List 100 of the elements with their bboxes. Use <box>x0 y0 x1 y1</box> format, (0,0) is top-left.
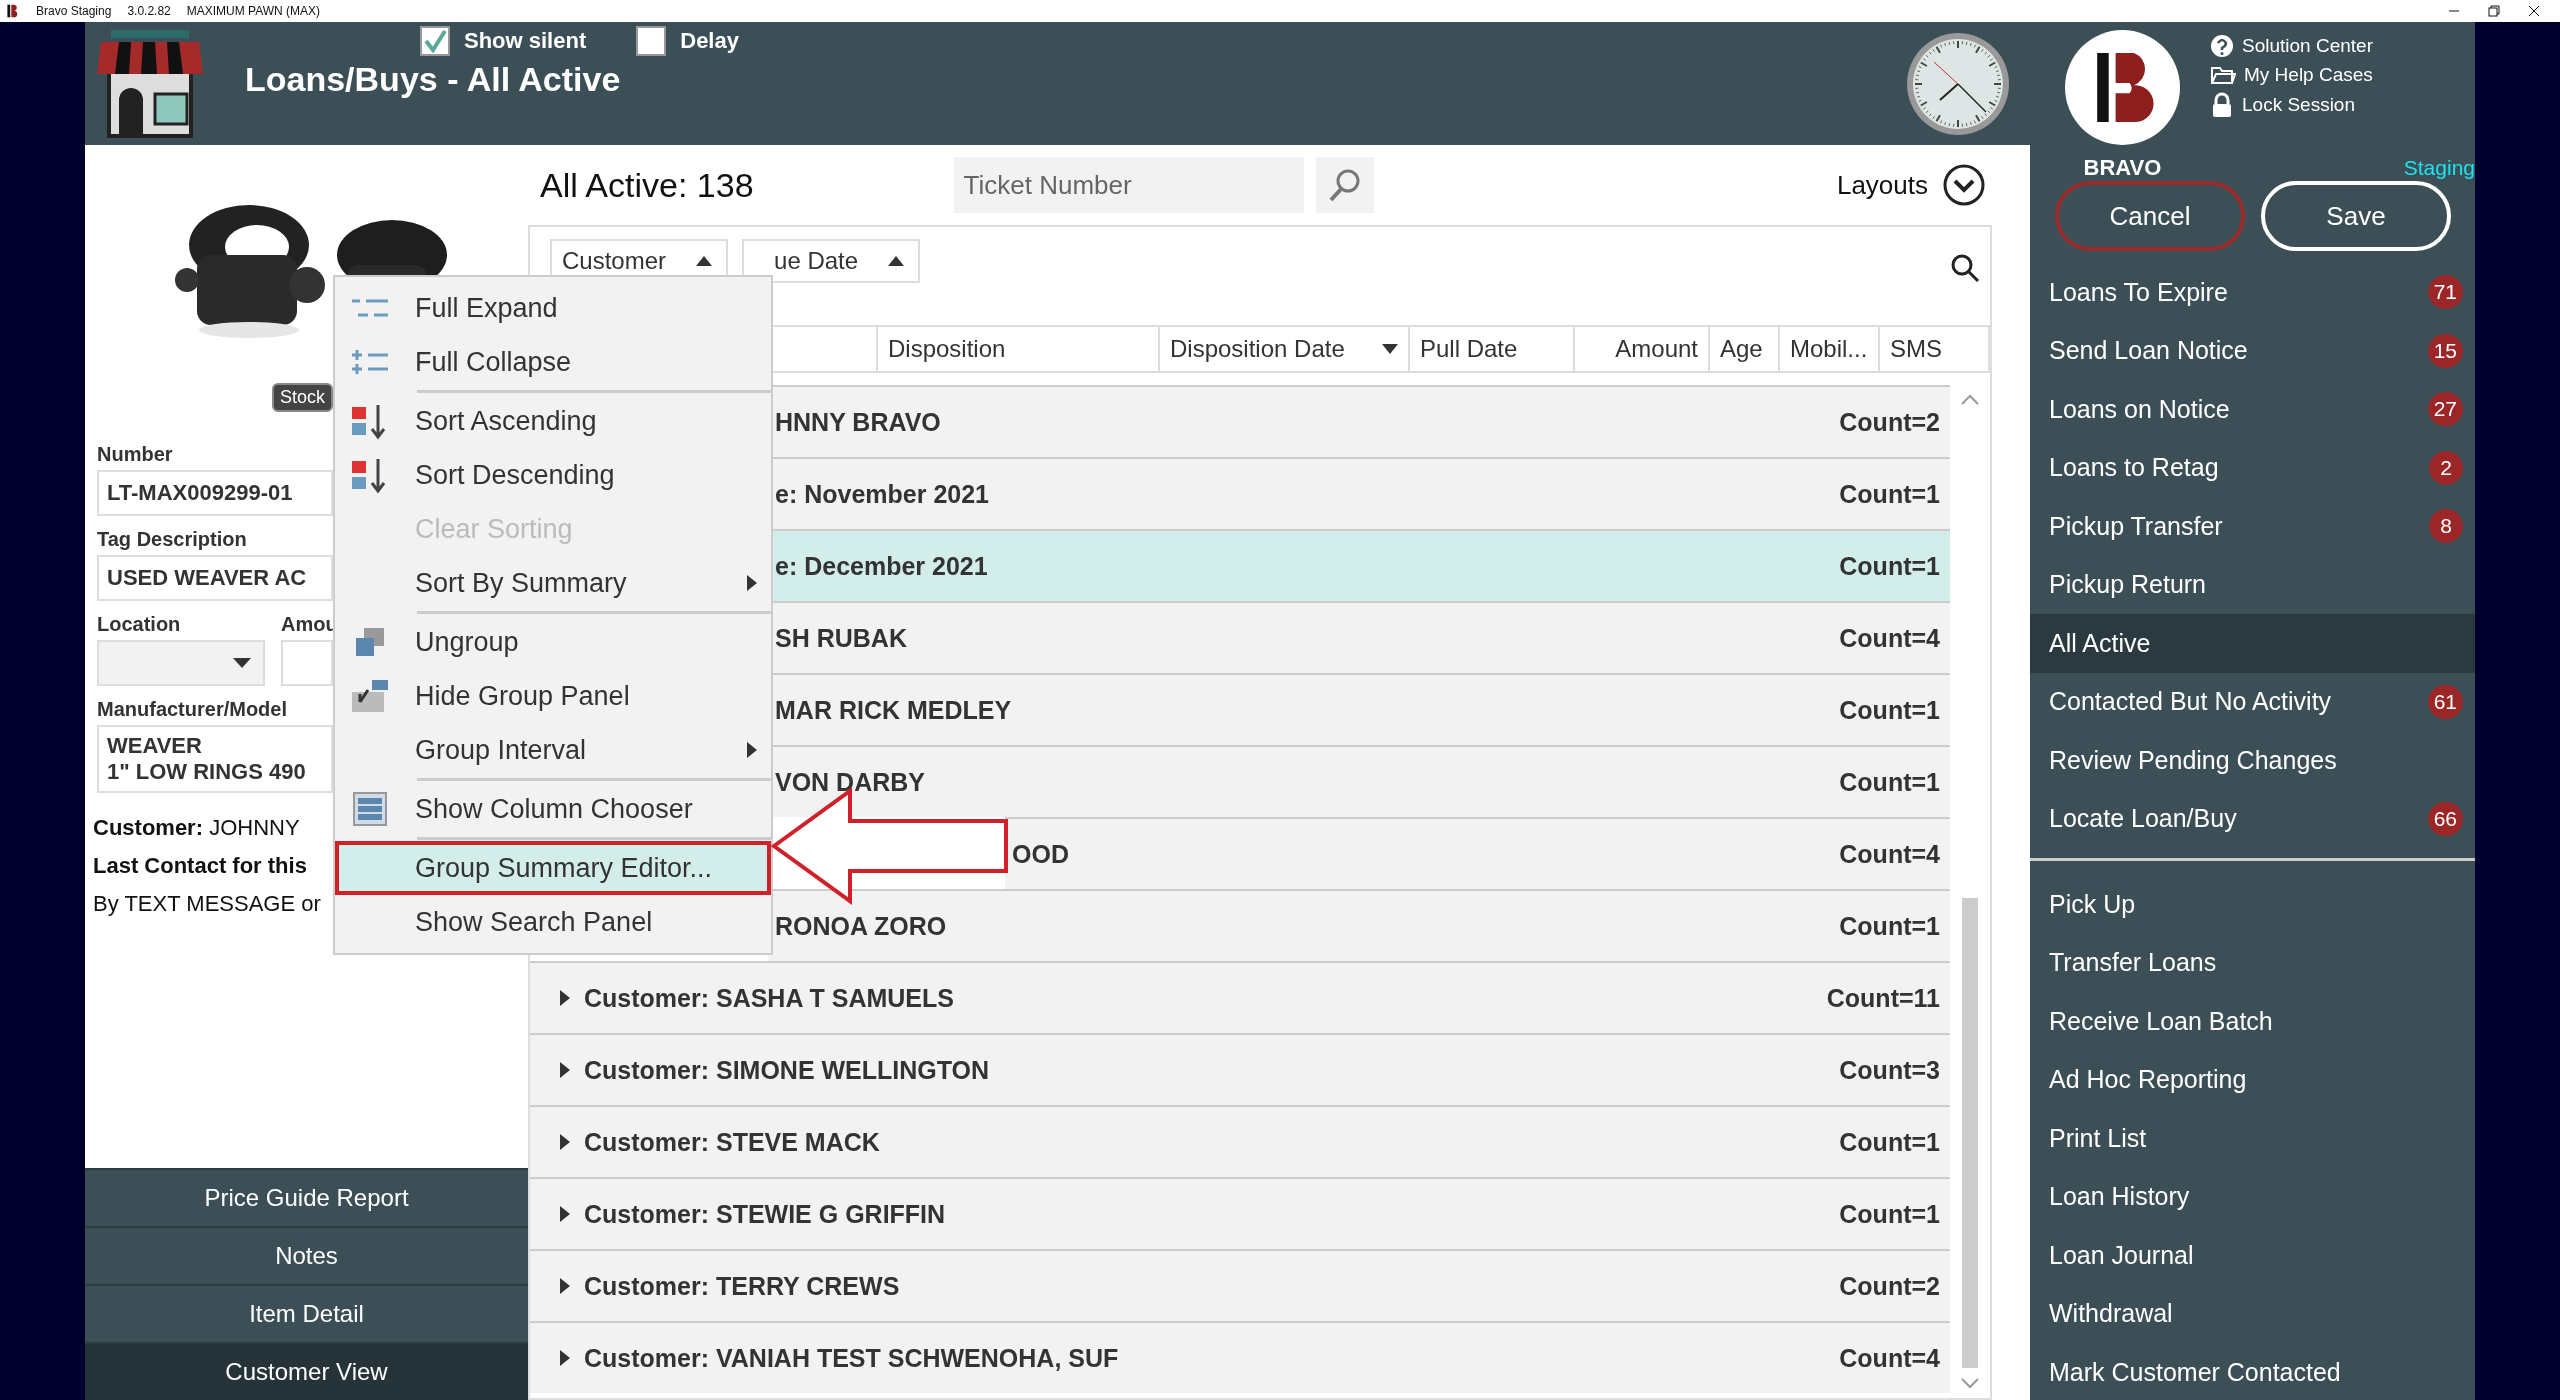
nav-item[interactable]: Review Pending Changes <box>2030 731 2475 790</box>
count-badge: 71 <box>2427 275 2463 310</box>
nav-item[interactable]: Contacted But No Activity 61 <box>2030 672 2475 731</box>
tag-description-field[interactable]: USED WEAVER AC <box>97 555 333 601</box>
check-icon <box>423 29 447 53</box>
expand-arrow-icon <box>560 1350 570 1366</box>
menu-item[interactable]: Group Summary Editor... <box>335 841 771 895</box>
nav-item[interactable]: Loans on Notice 27 <box>2030 380 2475 439</box>
nav-item[interactable]: All Active <box>2030 614 2475 673</box>
column-header[interactable]: Disposition Date <box>1160 327 1410 371</box>
group-row[interactable]: OOD Count=4 <box>1005 817 1950 889</box>
group-row[interactable]: RONOA ZORO Count=1 <box>768 889 1950 961</box>
menu-item[interactable]: Full Collapse <box>335 335 771 389</box>
cancel-button[interactable]: Cancel <box>2055 181 2245 251</box>
nav-item[interactable]: Loans To Expire 71 <box>2030 263 2475 322</box>
menu-item[interactable]: Show Column Chooser <box>335 782 771 836</box>
nav-item[interactable]: Pick Up <box>2030 875 2475 934</box>
panel-button[interactable]: Customer View <box>85 1342 528 1400</box>
ticket-number-field[interactable]: Ticket Number <box>953 157 1304 213</box>
group-row[interactable]: Customer: SASHA T SAMUELS Count=11 <box>530 961 1950 1033</box>
panel-button[interactable]: Item Detail <box>85 1284 528 1342</box>
count-badge: 2 <box>2429 450 2463 485</box>
checkbox[interactable]: Delay <box>636 26 739 56</box>
nav-item[interactable]: Loan History <box>2030 1167 2475 1226</box>
nav-item[interactable]: Mark Customer Contacted <box>2030 1343 2475 1400</box>
group-count: Count=2 <box>1839 407 1940 437</box>
column-header[interactable]: Mobil... <box>1780 327 1880 371</box>
group-row[interactable]: Customer: SIMONE WELLINGTON Count=3 <box>530 1033 1950 1105</box>
group-label: HNNY BRAVO <box>775 407 941 437</box>
expand-arrow-icon <box>560 1206 570 1222</box>
group-chip[interactable]: ue Date <box>742 239 921 283</box>
nav-item[interactable]: Print List <box>2030 1109 2475 1168</box>
help-link[interactable]: My Help Cases <box>2210 64 2373 86</box>
nav-item[interactable]: Loans to Retag 2 <box>2030 438 2475 497</box>
nav-item[interactable]: Pickup Transfer 8 <box>2030 497 2475 556</box>
column-header[interactable]: Disposition <box>878 327 1160 371</box>
checkbox[interactable]: Show silent <box>420 26 587 56</box>
help-icon <box>2210 34 2234 58</box>
layouts-button[interactable]: Layouts <box>1830 162 1992 208</box>
menu-item[interactable]: Sort Descending <box>335 448 771 502</box>
nav-item[interactable]: Loan Journal <box>2030 1226 2475 1285</box>
group-label: MAR RICK MEDLEY <box>775 695 1012 725</box>
group-row[interactable]: Customer: STEVE MACK Count=1 <box>530 1105 1950 1177</box>
close-icon[interactable] <box>2528 5 2540 17</box>
nav-item[interactable]: Transfer Loans <box>2030 933 2475 992</box>
help-link[interactable]: Solution Center <box>2210 34 2373 58</box>
group-row[interactable]: Customer: STEWIE G GRIFFIN Count=1 <box>530 1177 1950 1249</box>
scroll-up-icon[interactable] <box>1961 393 1979 405</box>
group-label: RONOA ZORO <box>775 911 947 941</box>
search-icon[interactable] <box>1950 253 1980 283</box>
nav-item[interactable]: Send Loan Notice 15 <box>2030 321 2475 380</box>
menu-item[interactable]: Sort By Summary <box>335 556 771 610</box>
number-field[interactable]: LT-MAX009299-01 <box>97 470 333 516</box>
panel-button[interactable]: Notes <box>85 1226 528 1284</box>
caret-icon <box>233 658 251 668</box>
menu-item[interactable]: Sort Ascending <box>335 394 771 448</box>
group-label: VON DARBY <box>775 767 925 797</box>
group-count: Count=4 <box>1839 623 1940 653</box>
info-text: Customer: JOHNNY <box>93 815 300 841</box>
record-count: All Active: 138 <box>540 165 754 205</box>
search-icon <box>1327 168 1362 202</box>
group-label: Customer: VANIAH TEST SCHWENOHA, SUF <box>584 1343 1119 1373</box>
menu-item[interactable]: Full Expand <box>335 281 771 335</box>
save-button[interactable]: Save <box>2261 181 2451 251</box>
group-count: Count=1 <box>1839 1127 1940 1157</box>
group-row[interactable]: Customer: VANIAH TEST SCHWENOHA, SUF Count=4 <box>530 1321 1950 1393</box>
group-count: Count=11 <box>1826 983 1940 1013</box>
sort-up-icon <box>696 256 713 266</box>
column-header[interactable]: Pull Date <box>1410 327 1575 371</box>
lock-icon <box>2210 92 2234 118</box>
field-label: Location <box>97 613 182 636</box>
column-header[interactable]: Amount <box>1575 327 1710 371</box>
menu-item[interactable]: Hide Group Panel <box>335 669 771 723</box>
group-row[interactable]: Customer: TERRY CREWS Count=2 <box>530 1249 1950 1321</box>
group-label: e: November 2021 <box>775 479 989 509</box>
search-button[interactable] <box>1315 157 1374 213</box>
nav-item[interactable]: Withdrawal <box>2030 1284 2475 1343</box>
info-text: Last Contact for this <box>93 853 307 879</box>
nav-item[interactable]: Receive Loan Batch <box>2030 992 2475 1051</box>
restore-icon[interactable] <box>2488 5 2500 17</box>
field-label: Number <box>97 443 174 466</box>
info-text: By TEXT MESSAGE or <box>93 891 321 917</box>
nav-item[interactable]: Ad Hoc Reporting <box>2030 1050 2475 1109</box>
group-count: Count=1 <box>1839 767 1940 797</box>
nav-item[interactable]: Locate Loan/Buy 66 <box>2030 789 2475 848</box>
column-header[interactable]: Age <box>1710 327 1780 371</box>
menu-item[interactable]: Show Search Panel <box>335 895 771 949</box>
sort-up-icon <box>888 256 905 266</box>
menu-item[interactable]: Ungroup <box>335 615 771 669</box>
help-link[interactable]: Lock Session <box>2210 92 2373 118</box>
group-label: SH RUBAK <box>775 623 907 653</box>
count-badge: 15 <box>2427 333 2463 368</box>
column-header[interactable]: SMS <box>1880 327 1990 371</box>
menu-item[interactable]: Group Interval <box>335 723 771 777</box>
group-count: Count=3 <box>1839 1055 1940 1085</box>
scrollbar-thumb[interactable] <box>1962 898 1978 1368</box>
panel-button[interactable]: Price Guide Report <box>85 1168 528 1226</box>
amount-field[interactable] <box>281 640 333 686</box>
scroll-down-icon[interactable] <box>1961 1378 1979 1390</box>
nav-item[interactable]: Pickup Return <box>2030 555 2475 614</box>
